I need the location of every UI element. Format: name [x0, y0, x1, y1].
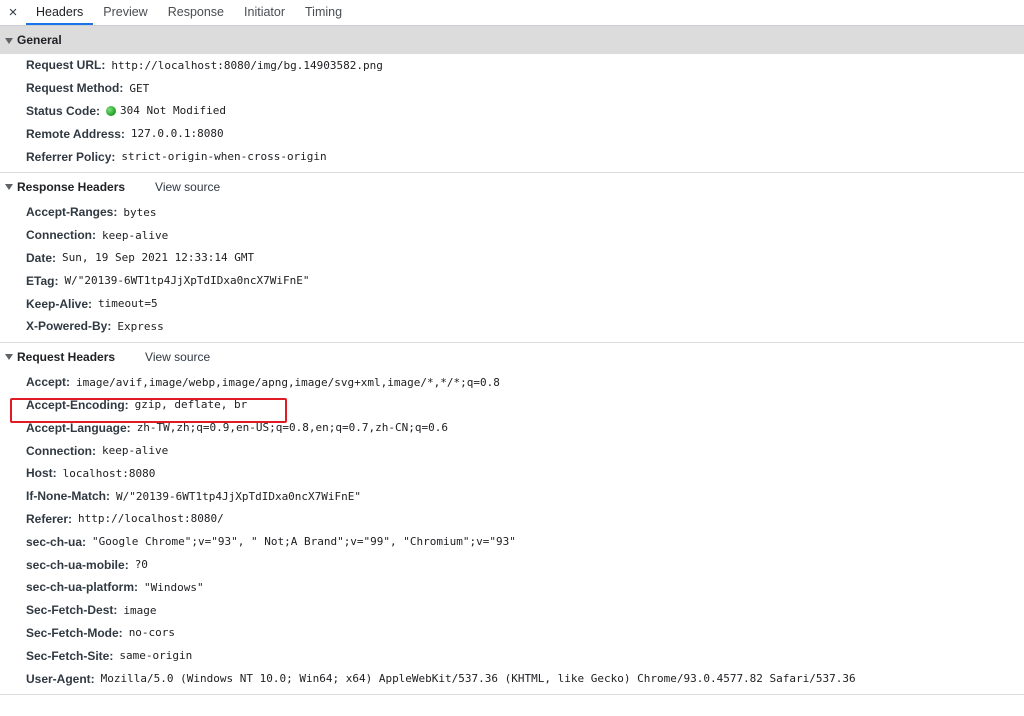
header-value: localhost:8080 [62, 466, 156, 480]
header-value: timeout=5 [98, 297, 158, 311]
header-value: 127.0.0.1:8080 [130, 127, 224, 141]
general-section-title: General [17, 33, 62, 47]
request-headers-section: Request Headers View source Accept: imag… [0, 343, 1024, 695]
header-row: Request Method: GET [0, 77, 1024, 100]
view-source-link[interactable]: View source [145, 350, 210, 364]
header-key: Request URL: [26, 58, 106, 73]
header-key: Referer: [26, 511, 73, 526]
header-value: "Google Chrome";v="93", " Not;A Brand";v… [92, 535, 516, 549]
header-key: User-Agent: [26, 671, 95, 686]
header-row: If-None-Match: W/"20139-6WT1tp4JjXpTdIDx… [0, 485, 1024, 508]
header-row: Referer: http://localhost:8080/ [0, 508, 1024, 531]
header-key: X-Powered-By: [26, 319, 112, 334]
header-value: Mozilla/5.0 (Windows NT 10.0; Win64; x64… [100, 672, 856, 686]
response-headers-header[interactable]: Response Headers View source [0, 173, 1024, 201]
header-row: Connection: keep-alive [0, 439, 1024, 462]
header-row: sec-ch-ua: "Google Chrome";v="93", " Not… [0, 530, 1024, 553]
header-key: Sec-Fetch-Dest: [26, 603, 118, 618]
header-key: Sec-Fetch-Site: [26, 648, 114, 663]
header-value: no-cors [128, 626, 176, 640]
header-key: Keep-Alive: [26, 296, 93, 311]
header-value: GET [129, 81, 150, 95]
header-row: User-Agent: Mozilla/5.0 (Windows NT 10.0… [0, 667, 1024, 690]
header-value: http://localhost:8080/img/bg.14903582.pn… [111, 58, 383, 72]
header-row: Sec-Fetch-Mode: no-cors [0, 622, 1024, 645]
header-value: zh-TW,zh;q=0.9,en-US;q=0.8,en;q=0.7,zh-C… [136, 421, 448, 435]
header-key: Connection: [26, 228, 96, 243]
expand-triangle-icon [5, 354, 13, 361]
header-key: Referrer Policy: [26, 149, 116, 164]
header-value: ?0 [134, 558, 148, 572]
header-key: Host: [26, 466, 57, 481]
response-headers-title: Response Headers [17, 179, 126, 194]
tab-initiator[interactable]: Initiator [234, 0, 295, 25]
highlight-annotation-box [10, 398, 287, 423]
header-row: Accept: image/avif,image/webp,image/apng… [0, 371, 1024, 394]
request-headers-title: Request Headers [17, 349, 116, 364]
header-row: X-Powered-By: Express [0, 315, 1024, 338]
header-row: Accept-Ranges: bytes [0, 201, 1024, 224]
header-value: W/"20139-6WT1tp4JjXpTdIDxa0ncX7WiFnE" [116, 489, 362, 503]
header-key: Sec-Fetch-Mode: [26, 625, 123, 640]
header-key: Accept: [26, 375, 71, 390]
header-row: Referrer Policy: strict-origin-when-cros… [0, 145, 1024, 168]
header-row: Status Code: 304 Not Modified [0, 100, 1024, 123]
header-value: image/avif,image/webp,image/apng,image/s… [76, 375, 500, 389]
header-key: Connection: [26, 443, 96, 458]
header-row: Sec-Fetch-Dest: image [0, 599, 1024, 622]
header-key: Accept-Ranges: [26, 205, 118, 220]
tab-preview[interactable]: Preview [93, 0, 157, 25]
tab-timing[interactable]: Timing [295, 0, 352, 25]
tab-bar: × Headers Preview Response Initiator Tim… [0, 0, 1024, 26]
header-value: image [123, 603, 157, 617]
header-key: Remote Address: [26, 126, 125, 141]
header-key: sec-ch-ua-mobile: [26, 557, 129, 572]
header-key: Request Method: [26, 81, 124, 96]
response-headers-section: Response Headers View source Accept-Rang… [0, 173, 1024, 343]
header-row: Request URL: http://localhost:8080/img/b… [0, 54, 1024, 77]
header-value: http://localhost:8080/ [78, 512, 224, 526]
tab-response[interactable]: Response [158, 0, 234, 25]
header-row: Sec-Fetch-Site: same-origin [0, 644, 1024, 667]
header-row: ETag: W/"20139-6WT1tp4JjXpTdIDxa0ncX7WiF… [0, 269, 1024, 292]
header-row: sec-ch-ua-platform: "Windows" [0, 576, 1024, 599]
header-key: ETag: [26, 273, 59, 288]
view-source-link[interactable]: View source [155, 180, 220, 194]
header-row: Host: localhost:8080 [0, 462, 1024, 485]
close-icon[interactable]: × [0, 0, 26, 25]
expand-triangle-icon [5, 37, 13, 44]
header-value: "Windows" [144, 580, 204, 594]
tab-headers[interactable]: Headers [26, 0, 94, 25]
request-headers-header[interactable]: Request Headers View source [0, 343, 1024, 371]
header-key: sec-ch-ua: [26, 534, 87, 549]
header-key: Date: [26, 250, 57, 265]
status-ok-icon [106, 105, 117, 116]
devtools-headers-panel: × Headers Preview Response Initiator Tim… [0, 0, 1024, 695]
header-value: keep-alive [102, 444, 169, 458]
header-value: 304 Not Modified [120, 104, 226, 118]
general-section: General Request URL: http://localhost:80… [0, 26, 1024, 173]
expand-triangle-icon [5, 184, 13, 191]
header-row: Remote Address: 127.0.0.1:8080 [0, 122, 1024, 145]
header-value: Express [117, 319, 164, 333]
header-key: Status Code: [26, 103, 101, 118]
header-row: Keep-Alive: timeout=5 [0, 292, 1024, 315]
header-key: sec-ch-ua-platform: [26, 580, 139, 595]
header-value: W/"20139-6WT1tp4JjXpTdIDxa0ncX7WiFnE" [64, 274, 310, 288]
header-row: Connection: keep-alive [0, 224, 1024, 247]
header-value: Sun, 19 Sep 2021 12:33:14 GMT [62, 251, 255, 265]
header-row: sec-ch-ua-mobile: ?0 [0, 553, 1024, 576]
header-value: bytes [123, 205, 157, 219]
general-section-header[interactable]: General [0, 26, 1024, 54]
header-value: keep-alive [102, 228, 169, 242]
header-row: Date: Sun, 19 Sep 2021 12:33:14 GMT [0, 247, 1024, 270]
header-value: strict-origin-when-cross-origin [121, 150, 327, 164]
header-key: If-None-Match: [26, 489, 110, 504]
header-value: same-origin [119, 649, 193, 663]
